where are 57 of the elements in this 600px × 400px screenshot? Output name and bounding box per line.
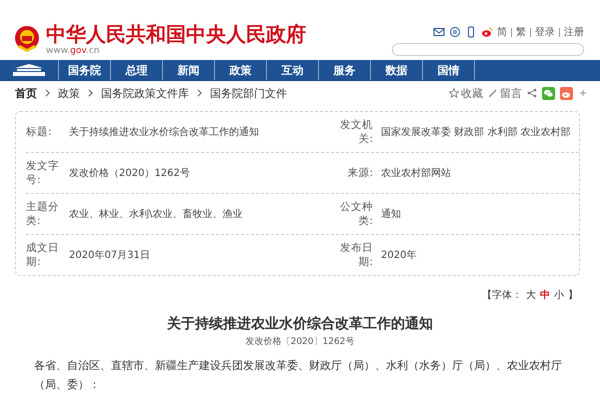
star-icon <box>449 88 459 98</box>
field-label: 成文日期: <box>26 241 60 269</box>
plus-icon[interactable] <box>578 88 588 98</box>
site-url: www.gov.cn <box>46 46 100 56</box>
pencil-icon <box>488 88 498 98</box>
nav-tab[interactable]: 政策 <box>215 60 267 80</box>
field-value: 2020年07月31日 <box>69 249 150 262</box>
mail-icon[interactable] <box>433 26 445 38</box>
field-label: 主题分类: <box>26 200 60 228</box>
field-label: 标题: <box>26 125 53 139</box>
favorite-link[interactable]: 收藏 <box>461 86 483 100</box>
share-icon[interactable] <box>527 88 537 98</box>
field-label: 公文种类: <box>339 200 373 228</box>
field-value: 发改价格（2020）1262号 <box>69 166 190 180</box>
breadcrumb-link[interactable]: 国务院部门文件 <box>210 86 287 100</box>
nav-tab[interactable]: 服务 <box>319 60 371 80</box>
field-label: 发布日期: <box>339 241 373 269</box>
breadcrumb-link[interactable]: 首页 <box>15 86 37 100</box>
search-field[interactable] <box>392 43 584 56</box>
top-link[interactable]: 注册 <box>564 25 584 39</box>
site-title: 中华人民共和国中央人民政府 <box>46 22 306 46</box>
field-value: 关于持续推进农业水价综合改革工作的通知 <box>69 126 259 139</box>
font-size-label: 【字体： <box>482 288 522 302</box>
field-value: 通知 <box>381 208 401 221</box>
field-label: 来源: <box>346 166 373 180</box>
font-size-option[interactable]: 小 <box>554 288 564 302</box>
breadcrumb-link[interactable]: 国务院政策文件库 <box>101 86 189 100</box>
chevron-icon <box>88 89 93 97</box>
field-label: 发文字号: <box>26 159 60 187</box>
nav-tab[interactable]: 总理 <box>111 60 163 80</box>
phone-icon[interactable] <box>465 26 477 38</box>
field-value: 2020年 <box>381 249 416 262</box>
article-paragraph: 各省、自治区、直辖市、新疆生产建设兵团发展改革委、财政厅（局）、水利（水务）厅（局）、农业农村厅（局、委）： <box>33 358 563 393</box>
top-link[interactable]: 繁 <box>516 25 526 39</box>
top-link[interactable]: 简 <box>497 25 507 39</box>
bracket: 】 <box>568 288 578 302</box>
breadcrumb-link[interactable]: 政策 <box>58 86 80 100</box>
document-number: 发改价格〔2020〕1262号 <box>244 336 356 348</box>
nav-tab[interactable]: 新闻 <box>163 60 215 80</box>
top-link[interactable]: 登录 <box>535 25 555 39</box>
comment-link[interactable]: 留言 <box>500 86 522 100</box>
gate-icon[interactable] <box>11 63 47 77</box>
chevron-icon <box>197 89 202 97</box>
chat-icon[interactable] <box>449 26 461 38</box>
nav-tab[interactable]: 国情 <box>423 60 475 80</box>
field-value: 农业、林业、水利\农业、畜牧业、渔业 <box>69 208 242 221</box>
chevron-icon <box>45 89 50 97</box>
nav-tab[interactable]: 互动 <box>267 60 319 80</box>
article-title: 关于持续推进农业水价综合改革工作的通知 <box>166 315 434 333</box>
emblem-icon <box>14 25 40 53</box>
nav-tab[interactable]: 数据 <box>371 60 423 80</box>
field-value: 国家发展改革委 财政部 水利部 农业农村部 <box>381 126 571 139</box>
nav-tab[interactable]: 国务院 <box>59 60 111 80</box>
font-size-option[interactable]: 大 <box>526 288 536 302</box>
field-label: 发文机关: <box>339 118 373 146</box>
field-value: 农业农村部网站 <box>381 166 451 180</box>
font-size-option[interactable]: 中 <box>540 288 550 302</box>
